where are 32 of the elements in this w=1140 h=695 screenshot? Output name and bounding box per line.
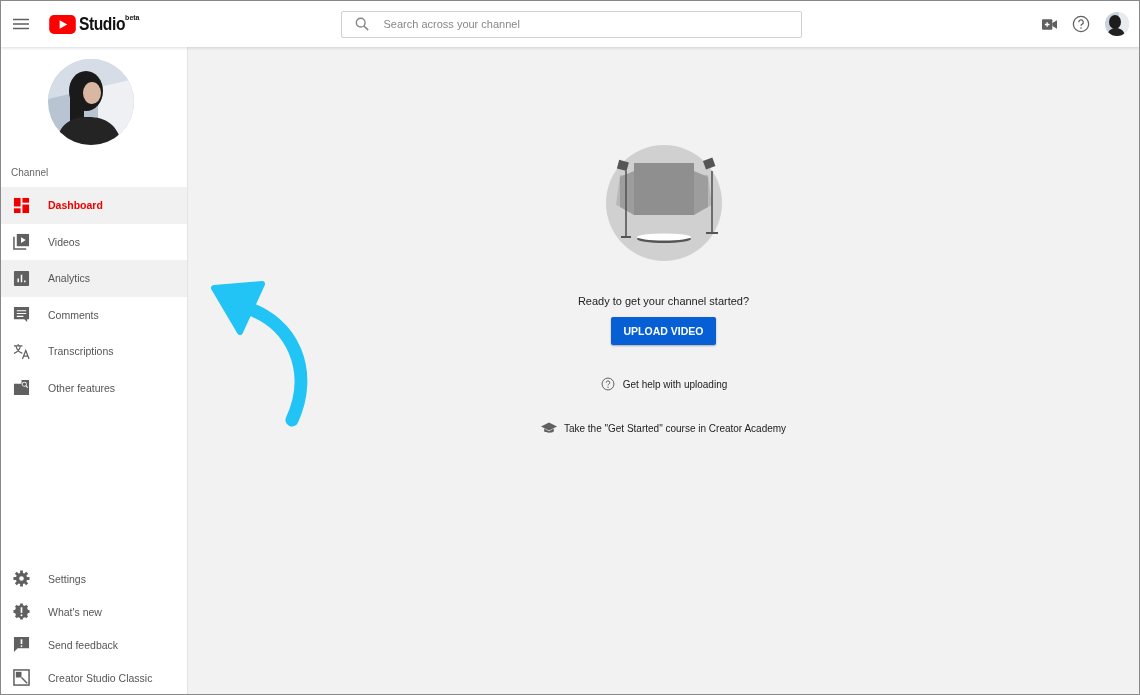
sidebar-item[interactable]: Videos [1, 223, 187, 260]
sidebar-item[interactable]: Settings [1, 562, 187, 595]
feedback-icon [13, 636, 30, 653]
dashboard-icon [13, 196, 30, 214]
graduation-cap-icon [540, 421, 557, 435]
translate-icon [13, 342, 30, 360]
upload-video-button[interactable]: UPLOAD VIDEO [610, 317, 717, 345]
section-label: Channel [11, 167, 50, 178]
video-camera-icon[interactable] [1042, 18, 1057, 30]
help-link[interactable]: Get help with uploading [622, 378, 728, 390]
sidebar-item[interactable]: Creator Studio Classic [1, 661, 187, 694]
search-field[interactable]: Search across your channel [340, 10, 802, 38]
alert-badge-icon [13, 603, 30, 620]
sidebar-item[interactable]: Dashboard [1, 187, 187, 224]
sidebar-item[interactable]: Other features [1, 369, 187, 406]
sidebar-item[interactable]: Analytics [1, 260, 187, 297]
empty-state-message: Ready to get your channel started? [577, 295, 750, 307]
play-logo-icon [49, 15, 76, 34]
settings-icon [13, 570, 30, 587]
logo-text: Studio [79, 13, 125, 35]
sidebar-item[interactable]: Transcriptions [1, 333, 187, 370]
help-icon[interactable] [1072, 15, 1090, 33]
videos-icon [13, 233, 30, 251]
help-icon [599, 377, 616, 391]
window-icon [13, 669, 30, 686]
sidebar-item[interactable]: What's new [1, 595, 187, 628]
comments-icon [13, 306, 30, 324]
sidebar-item[interactable]: Send feedback [1, 628, 187, 661]
course-link[interactable]: Take the "Get Started" course in Creator Academy [563, 422, 787, 434]
menu-icon[interactable] [13, 18, 29, 30]
analytics-icon [13, 269, 30, 287]
sidebar-item[interactable]: Comments [1, 296, 187, 333]
